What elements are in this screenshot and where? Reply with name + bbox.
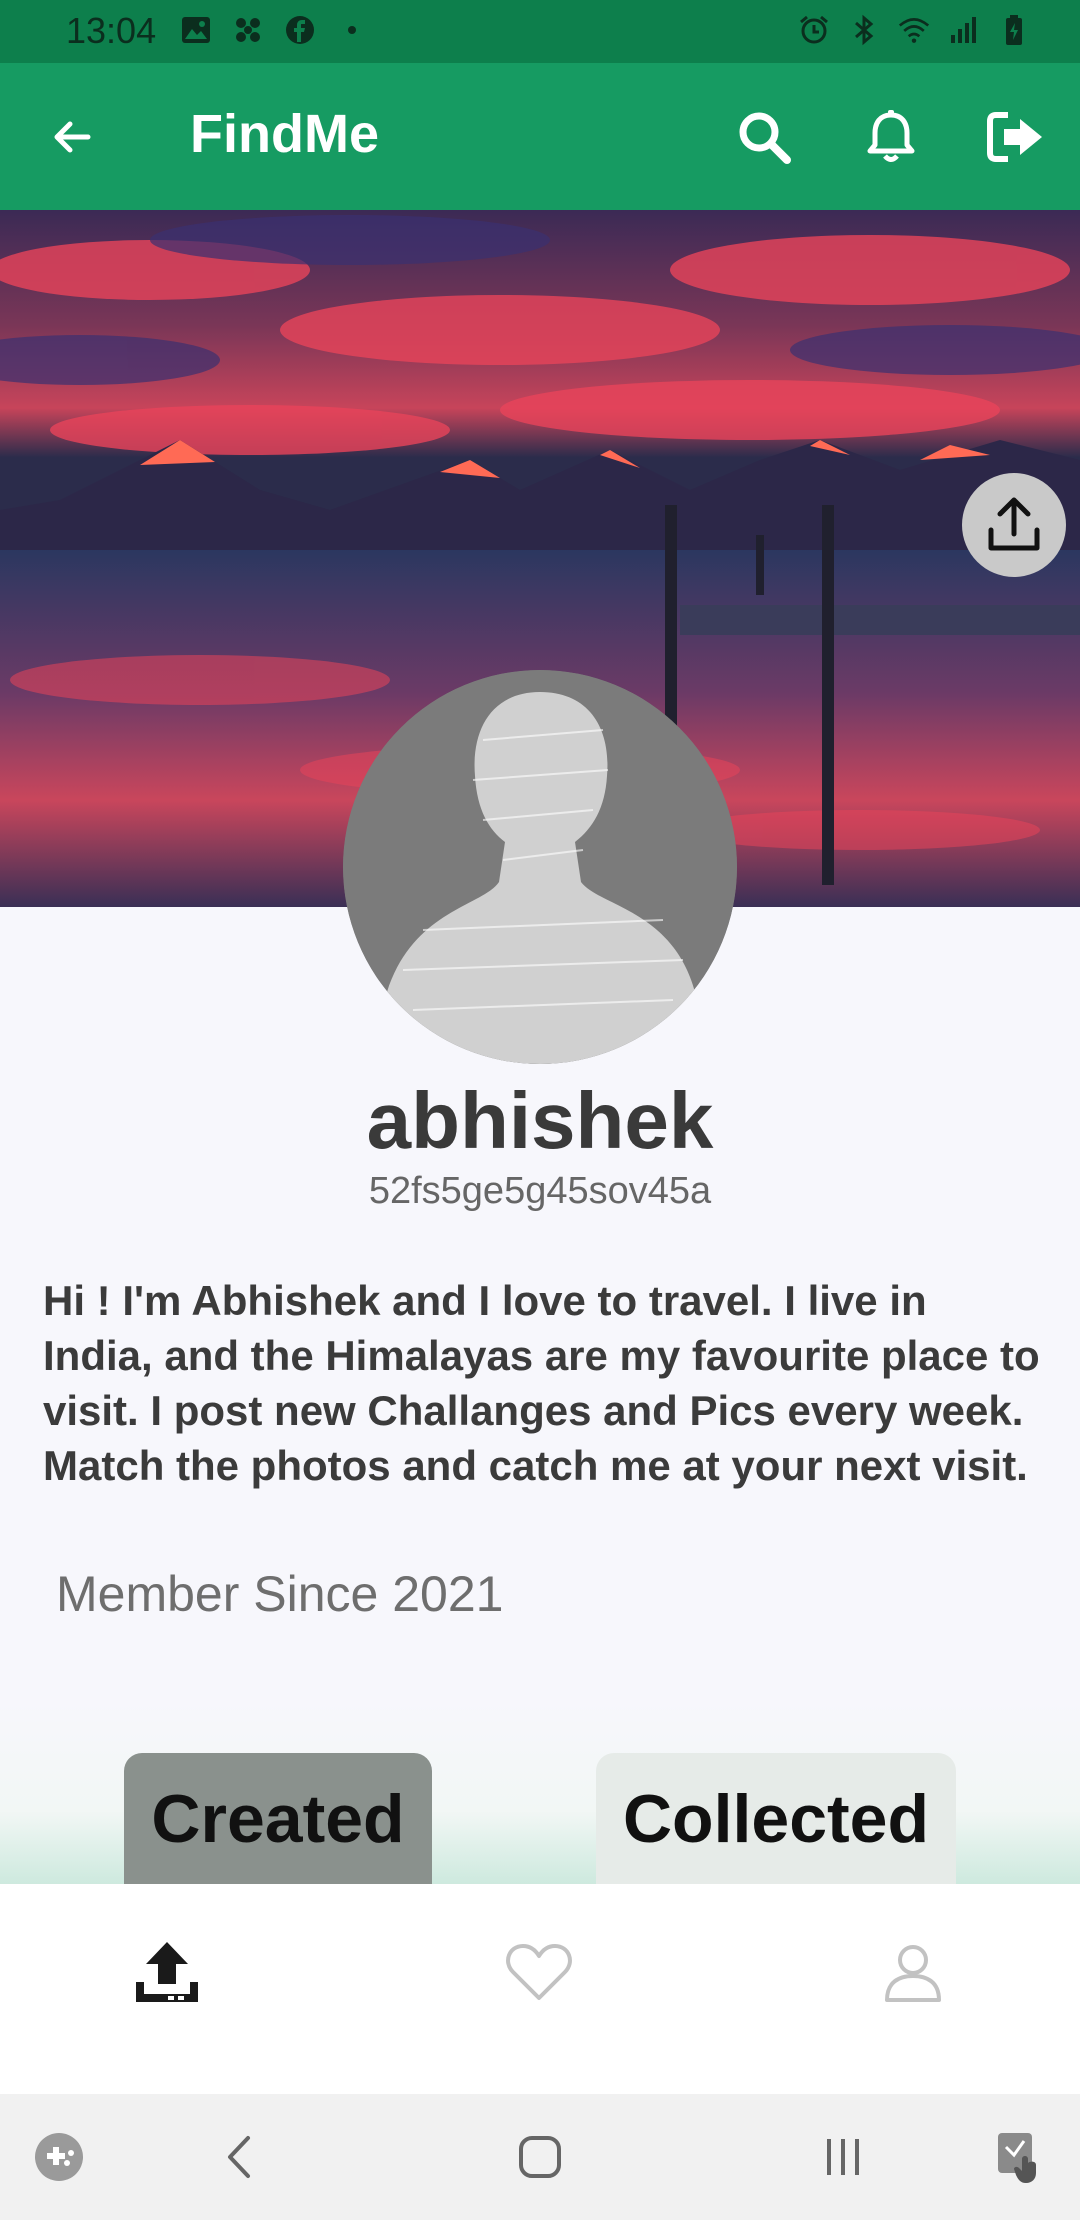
status-system-icons: [798, 14, 1030, 46]
recents-icon[interactable]: [808, 2122, 878, 2192]
status-bar: 13:04: [0, 0, 1080, 63]
logout-icon[interactable]: [980, 101, 1052, 173]
tab-created[interactable]: Created: [124, 1753, 432, 1885]
bio: Hi ! I'm Abhishek and I love to travel. …: [43, 1277, 1040, 1489]
tabs-area: Created Collected: [0, 1700, 1080, 1885]
dot-icon: [336, 14, 368, 46]
upload-arrow-icon: [988, 497, 1040, 551]
back-icon[interactable]: [205, 2122, 275, 2192]
bell-icon[interactable]: [855, 101, 927, 173]
search-icon[interactable]: [728, 101, 800, 173]
status-time: 13:04: [66, 10, 157, 51]
gallery-icon: [180, 14, 212, 46]
app-title: FindMe: [190, 104, 379, 164]
user-id: 52fs5ge5g45sov45a: [368, 1170, 712, 1212]
alarm-icon: [798, 14, 830, 46]
game-launcher-icon[interactable]: [24, 2122, 94, 2192]
person-icon[interactable]: [868, 1928, 958, 2018]
bottom-nav: [0, 1884, 1080, 2094]
member-since: Member Since 2021: [56, 1566, 504, 1622]
pinwheel-icon: [232, 14, 264, 46]
tab-collected[interactable]: Collected: [596, 1753, 956, 1885]
upload-icon[interactable]: [122, 1928, 212, 2018]
accessibility-icon[interactable]: [985, 2122, 1055, 2192]
username: abhishek: [366, 1076, 714, 1165]
heart-icon[interactable]: [494, 1928, 584, 2018]
signal-icon: [948, 14, 980, 46]
system-nav: [0, 2094, 1080, 2220]
home-icon[interactable]: [505, 2122, 575, 2192]
app-bar: FindMe: [0, 63, 1080, 210]
upload-cover-button[interactable]: [962, 473, 1066, 577]
facebook-icon: [284, 14, 316, 46]
status-notification-icons: [180, 14, 368, 46]
avatar[interactable]: [343, 670, 737, 1064]
bluetooth-icon: [848, 14, 880, 46]
wifi-icon: [898, 14, 930, 46]
back-arrow-icon[interactable]: [36, 101, 108, 173]
battery-icon: [998, 14, 1030, 46]
